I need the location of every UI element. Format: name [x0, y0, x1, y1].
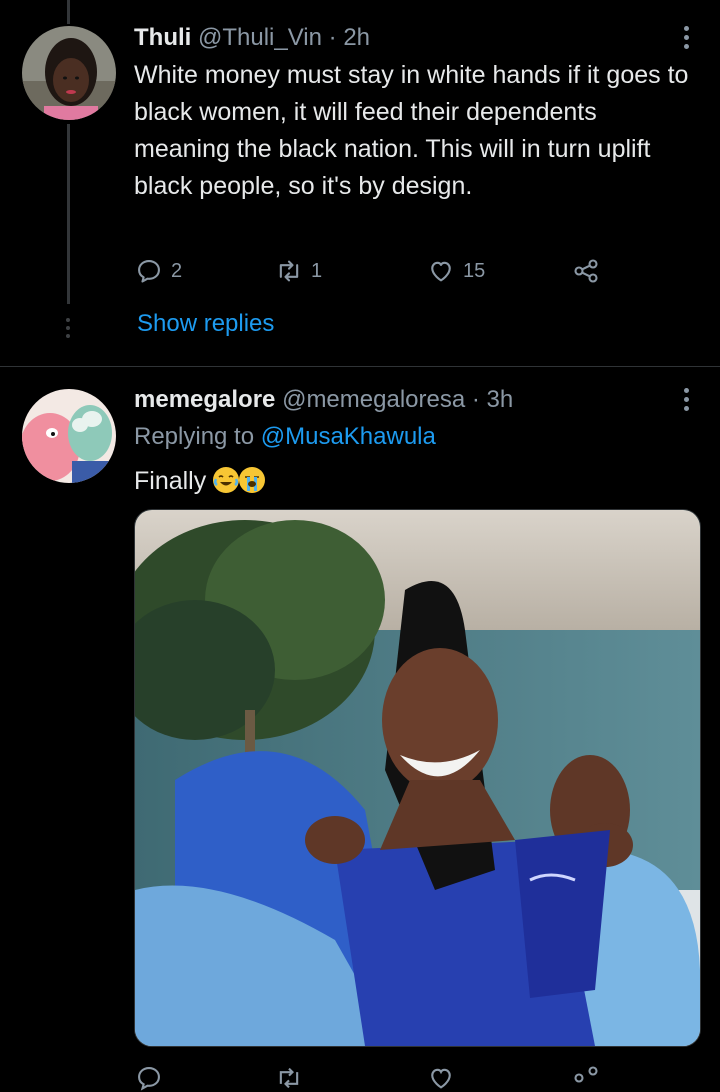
share-button[interactable] — [572, 257, 600, 285]
retweet-button[interactable]: 1 — [275, 257, 322, 285]
replying-to-handle[interactable]: @MusaKhawula — [261, 423, 436, 450]
thread-line-bottom — [67, 124, 70, 304]
tweet2-share-button[interactable] — [572, 1064, 600, 1092]
show-replies-link[interactable]: Show replies — [137, 310, 274, 338]
share-icon — [574, 259, 598, 283]
tweet2-more-icon[interactable] — [684, 388, 690, 415]
reply-icon — [138, 1067, 160, 1091]
tweet1-handle[interactable]: @Thuli_Vin — [198, 24, 322, 51]
reply-button[interactable]: 2 — [135, 257, 182, 285]
tweet2-display-name[interactable]: memegalore — [134, 386, 275, 413]
tweet1-more-icon[interactable] — [684, 26, 690, 53]
loudly-crying-face-emoji-icon — [239, 467, 266, 493]
thread-line-top — [67, 0, 70, 24]
tweet2-media-image[interactable] — [134, 509, 701, 1047]
reply-count: 2 — [171, 259, 183, 282]
tweet2-header: memegalore @memegaloresa · 3h — [134, 386, 513, 414]
tweet1-display-name[interactable]: Thuli — [134, 24, 191, 51]
tweet1-header: Thuli @Thuli_Vin · 2h — [134, 24, 370, 52]
tweet1-text: White money must stay in white hands if … — [134, 61, 689, 200]
like-icon — [431, 261, 451, 282]
replying-to-prefix: Replying to — [134, 423, 255, 450]
replying-to: Replying to @MusaKhawula — [134, 423, 436, 451]
share-icon — [574, 1066, 598, 1083]
tweet2-time[interactable]: 3h — [487, 386, 514, 413]
tweet1-time[interactable]: 2h — [343, 24, 370, 51]
tweet-divider — [0, 366, 720, 367]
retweet-icon — [279, 1067, 299, 1089]
retweet-count: 1 — [311, 259, 323, 282]
retweet-icon — [279, 260, 299, 282]
tweet2-separator: · — [471, 386, 480, 413]
avatar-memegalore[interactable] — [22, 389, 116, 483]
tweet2-text: Finally — [134, 467, 207, 495]
tweet2-reply-button[interactable] — [135, 1064, 163, 1092]
tweet2-retweet-button[interactable] — [275, 1064, 303, 1092]
reply-icon — [138, 260, 160, 283]
tweet2-handle[interactable]: @memegaloresa — [282, 386, 465, 413]
tweet1-separator: · — [328, 24, 337, 51]
tweet2-text-row: Finally — [134, 463, 694, 500]
avatar-thuli[interactable] — [22, 26, 116, 120]
like-count: 15 — [463, 259, 486, 282]
like-button[interactable]: 15 — [427, 257, 485, 285]
thread-continuation-dots — [66, 318, 71, 342]
like-icon — [431, 1068, 451, 1089]
tweet2-like-button[interactable] — [427, 1064, 455, 1092]
tears-of-joy-emoji-icon — [213, 467, 240, 493]
